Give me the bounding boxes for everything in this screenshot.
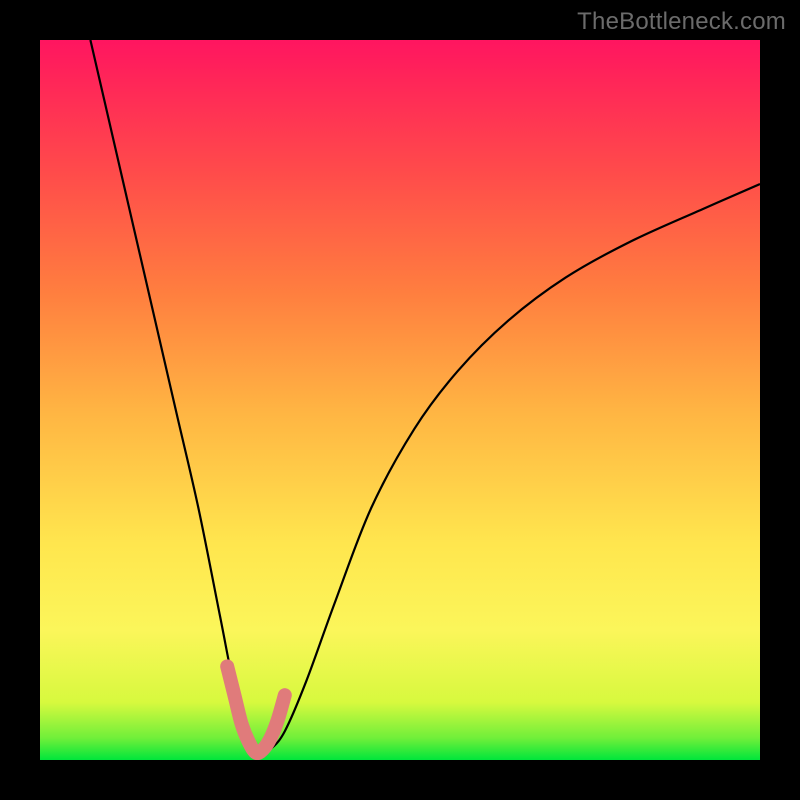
valley-highlight xyxy=(227,666,285,753)
chart-frame: TheBottleneck.com xyxy=(0,0,800,800)
watermark-text: TheBottleneck.com xyxy=(577,8,786,36)
bottleneck-curve xyxy=(90,40,760,754)
plot-area xyxy=(40,40,760,760)
curve-layer xyxy=(40,40,760,760)
